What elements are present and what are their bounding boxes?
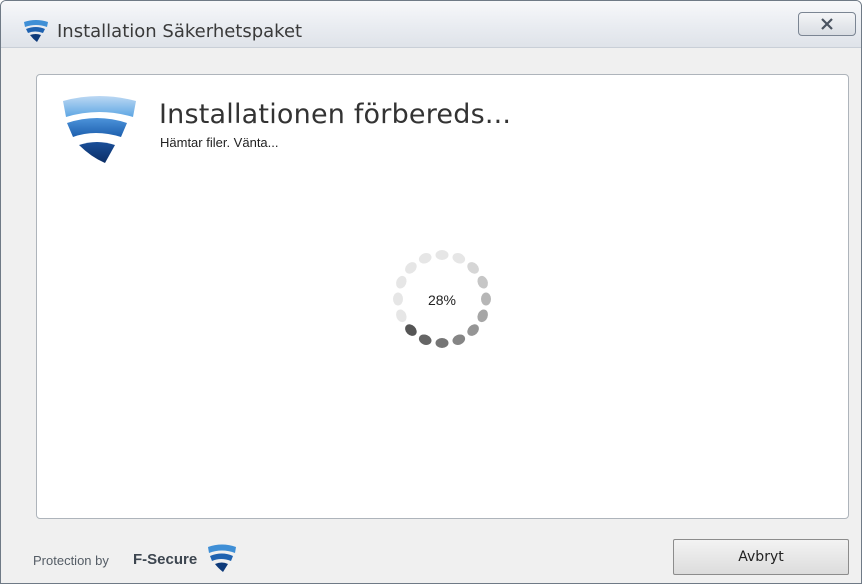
spinner-segment	[396, 275, 407, 289]
spinner-segment	[418, 334, 432, 345]
spinner-segment	[467, 324, 479, 336]
progress-percent: 28%	[427, 292, 457, 308]
spinner-segment	[418, 253, 432, 264]
spinner-segment	[452, 334, 466, 345]
spinner-segment	[452, 253, 466, 264]
spinner-segment	[435, 250, 449, 260]
footer-brand: Protection by F-Secure	[33, 541, 253, 577]
fsecure-logo-icon	[208, 544, 236, 572]
close-x-icon	[821, 18, 833, 30]
progress-panel: Installationen förbereds... Hämtar filer…	[36, 74, 849, 519]
status-text: Hämtar filer. Vänta...	[160, 135, 279, 150]
title-bar[interactable]: Installation Säkerhetspaket	[1, 1, 861, 48]
installer-window: Installation Säkerhetspaket Installation…	[0, 0, 862, 584]
spinner-segment	[405, 324, 417, 336]
spinner-segment	[435, 338, 449, 348]
protection-by-label: Protection by	[33, 553, 109, 568]
brand-name: F-Secure	[133, 551, 198, 568]
spinner-segment	[396, 309, 407, 323]
spinner-segment	[477, 275, 488, 289]
fsecure-logo-icon	[24, 20, 48, 42]
close-button[interactable]	[798, 12, 856, 36]
cancel-button[interactable]: Avbryt	[673, 539, 849, 575]
content-area: Installationen förbereds... Hämtar filer…	[1, 48, 861, 583]
spinner-segment	[405, 262, 417, 274]
spinner-segment	[477, 309, 488, 323]
window-title: Installation Säkerhetspaket	[57, 21, 303, 42]
fsecure-shield-logo-icon	[63, 96, 136, 163]
page-title: Installationen förbereds...	[159, 99, 512, 130]
spinner-segment	[467, 262, 479, 274]
